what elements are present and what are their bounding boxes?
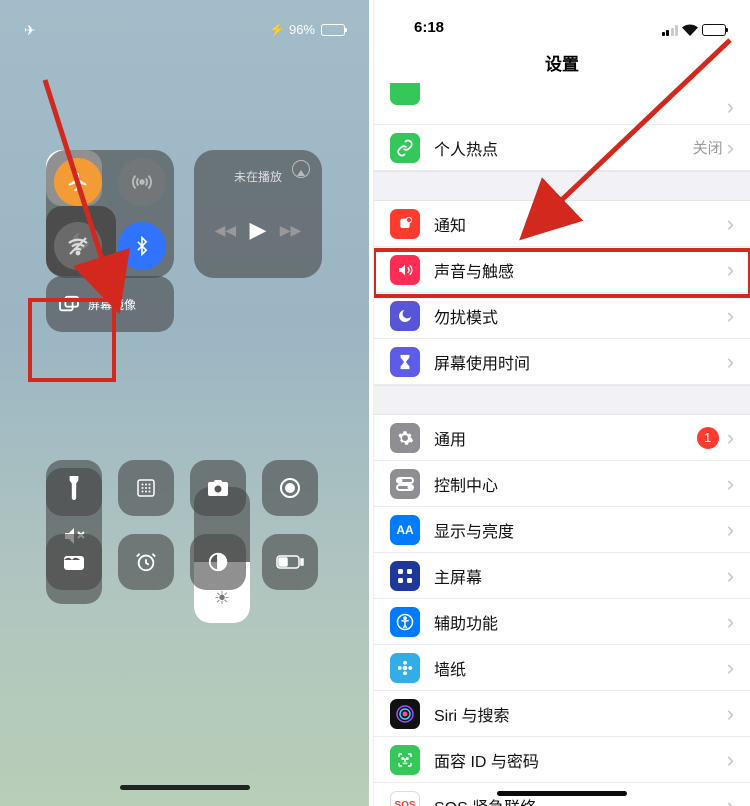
settings-row-wallpaper[interactable]: 墙纸 › bbox=[374, 645, 750, 691]
settings-row-general[interactable]: 通用 1 › bbox=[374, 415, 750, 461]
settings-row-accessibility[interactable]: 辅助功能 › bbox=[374, 599, 750, 645]
link-icon bbox=[390, 133, 420, 163]
moon-icon bbox=[390, 301, 420, 331]
row-label: 勿扰模式 bbox=[434, 304, 727, 328]
low-power-button[interactable] bbox=[262, 534, 318, 590]
row-label: 控制中心 bbox=[434, 472, 727, 496]
annotation-arrow bbox=[30, 70, 150, 330]
chevron-icon: › bbox=[727, 565, 734, 587]
siri-icon bbox=[390, 699, 420, 729]
row-label: 辅助功能 bbox=[434, 610, 727, 634]
row-label: 墙纸 bbox=[434, 656, 727, 680]
clock: 6:18 bbox=[414, 19, 444, 36]
settings-row-dnd[interactable]: 勿扰模式 › bbox=[374, 293, 750, 339]
row-label: 通用 bbox=[434, 426, 697, 450]
row-label: 主屏幕 bbox=[434, 564, 727, 588]
notification-badge: 1 bbox=[697, 427, 719, 449]
battery-icon bbox=[321, 24, 345, 36]
next-track-button[interactable]: ▶▶ bbox=[280, 222, 302, 239]
sun-icon: ☀ bbox=[214, 588, 230, 609]
chevron-icon: › bbox=[727, 351, 734, 373]
flower-icon bbox=[390, 653, 420, 683]
camera-button[interactable] bbox=[190, 460, 246, 516]
hourglass-icon bbox=[390, 347, 420, 377]
section-separator bbox=[374, 385, 750, 415]
row-label: Siri 与搜索 bbox=[434, 702, 727, 726]
control-center-screen: ✈ ⚡ 96% bbox=[0, 0, 369, 806]
chevron-icon: › bbox=[727, 305, 734, 327]
battery-percent: ⚡ 96% bbox=[269, 22, 315, 38]
status-bar: ✈ ⚡ 96% bbox=[0, 0, 369, 50]
chevron-icon: › bbox=[727, 519, 734, 541]
row-label: 屏幕使用时间 bbox=[434, 350, 727, 374]
chevron-icon: › bbox=[727, 795, 734, 806]
chevron-icon: › bbox=[727, 473, 734, 495]
annotation-arrow bbox=[480, 30, 740, 260]
settings-row-controlcenter[interactable]: 控制中心 › bbox=[374, 461, 750, 507]
row-label: 显示与亮度 bbox=[434, 518, 727, 542]
chevron-icon: › bbox=[727, 611, 734, 633]
home-indicator[interactable] bbox=[120, 785, 250, 790]
switches-icon bbox=[390, 469, 420, 499]
alarm-button[interactable] bbox=[118, 534, 174, 590]
chevron-icon: › bbox=[727, 749, 734, 771]
prev-track-button[interactable]: ◀◀ bbox=[215, 222, 237, 239]
home-indicator[interactable] bbox=[497, 791, 627, 796]
now-playing-tile[interactable]: 未在播放 ◀◀ ▶ ▶▶ bbox=[194, 150, 322, 278]
sos-icon: SOS bbox=[390, 791, 420, 806]
text-size-icon: AA bbox=[390, 515, 420, 545]
wallet-button[interactable] bbox=[46, 534, 102, 590]
row-label: 面容 ID 与密码 bbox=[434, 748, 727, 772]
calculator-button[interactable] bbox=[118, 460, 174, 516]
chevron-icon: › bbox=[727, 703, 734, 725]
chevron-icon: › bbox=[727, 427, 734, 449]
settings-row-siri[interactable]: Siri 与搜索 › bbox=[374, 691, 750, 737]
bell-icon bbox=[390, 209, 420, 239]
settings-row-display[interactable]: AA 显示与亮度 › bbox=[374, 507, 750, 553]
grid-icon bbox=[390, 561, 420, 591]
play-button[interactable]: ▶ bbox=[250, 217, 267, 243]
dark-mode-button[interactable] bbox=[190, 534, 246, 590]
settings-screen: 6:18 设置 . › 个人热点 关闭 › bbox=[373, 0, 750, 806]
flashlight-button[interactable] bbox=[46, 460, 102, 516]
airplay-icon[interactable] bbox=[292, 160, 310, 178]
accessibility-icon bbox=[390, 607, 420, 637]
list-icon bbox=[390, 83, 420, 105]
airplane-icon: ✈ bbox=[24, 22, 36, 39]
gear-icon bbox=[390, 423, 420, 453]
chevron-icon: › bbox=[727, 657, 734, 679]
record-button[interactable] bbox=[262, 460, 318, 516]
faceid-icon bbox=[390, 745, 420, 775]
settings-row-faceid[interactable]: 面容 ID 与密码 › bbox=[374, 737, 750, 783]
settings-row-screentime[interactable]: 屏幕使用时间 › bbox=[374, 339, 750, 385]
settings-row-homescreen[interactable]: 主屏幕 › bbox=[374, 553, 750, 599]
